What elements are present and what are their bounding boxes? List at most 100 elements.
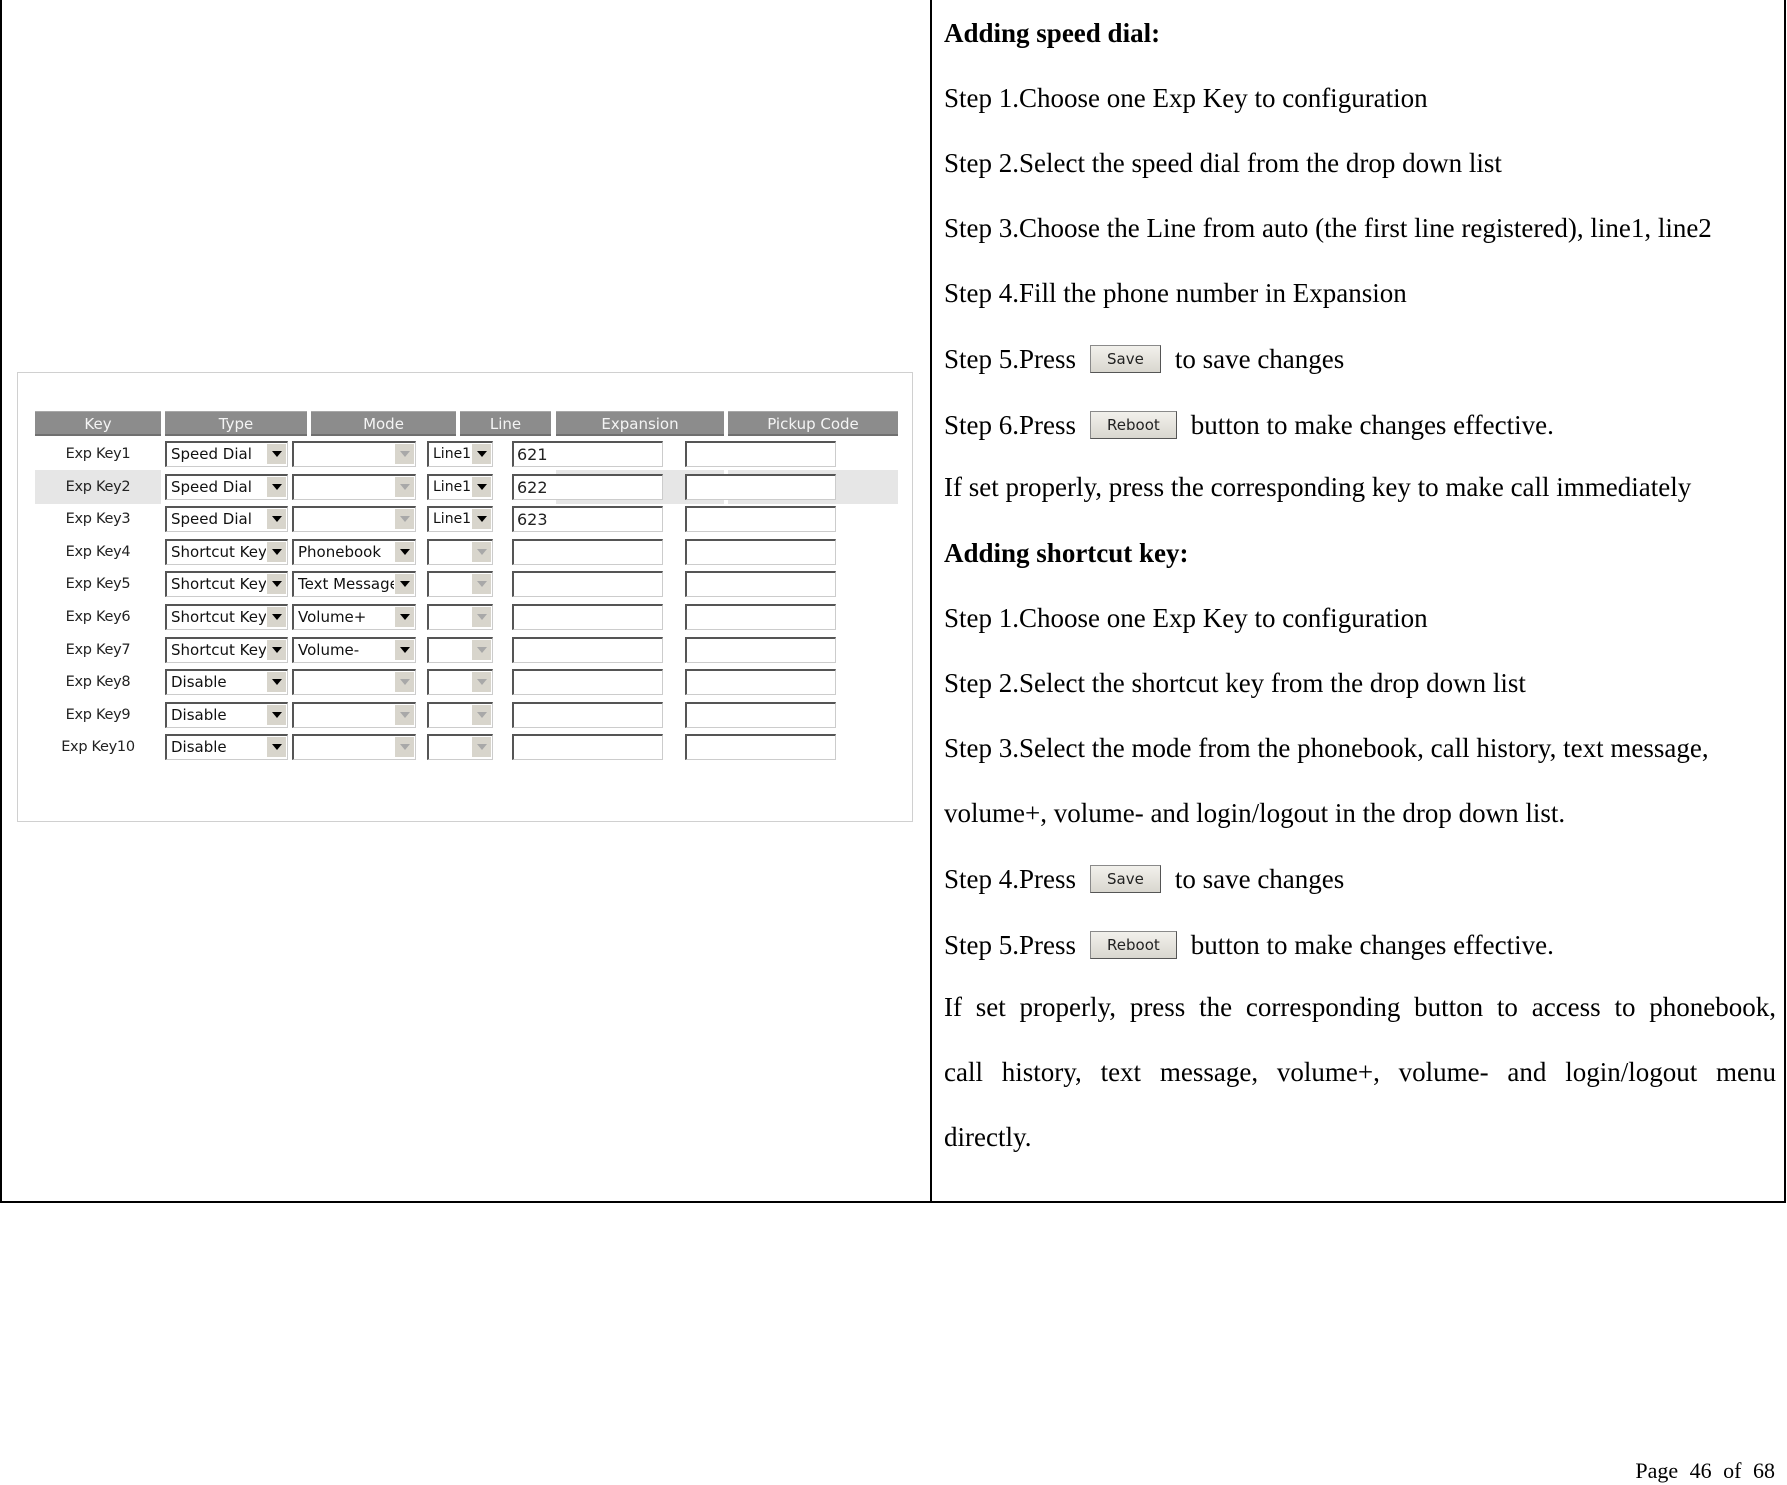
chevron-down-icon[interactable] — [471, 737, 491, 758]
line-select[interactable] — [427, 734, 493, 761]
line-select[interactable] — [427, 636, 493, 663]
pickup-code-input[interactable] — [685, 636, 836, 663]
type-select[interactable]: Speed Dial — [165, 473, 288, 500]
chevron-down-icon[interactable] — [266, 607, 286, 627]
chevron-down-icon[interactable] — [471, 672, 491, 693]
chevron-down-icon[interactable] — [266, 574, 286, 595]
chevron-down-icon[interactable] — [471, 574, 491, 595]
chevron-down-icon[interactable] — [471, 476, 491, 497]
type-select[interactable]: Shortcut Keys — [165, 604, 288, 630]
expansion-input[interactable] — [512, 538, 663, 565]
chevron-down-icon[interactable] — [266, 704, 286, 725]
expansion-input[interactable] — [512, 571, 663, 598]
line-value: Line1 — [433, 478, 472, 495]
chevron-down-icon[interactable] — [471, 444, 491, 464]
chevron-down-icon[interactable] — [394, 704, 414, 725]
mode-select[interactable] — [292, 506, 416, 533]
type-select[interactable]: Disable — [165, 669, 288, 696]
shortcut-note-line-3: directly. — [944, 1122, 1032, 1152]
type-select[interactable]: Shortcut Keys — [165, 538, 288, 565]
exp-key-row: Exp Key4 Shortcut Keys Phonebook — [35, 535, 897, 569]
mode-select[interactable]: Volume- — [292, 636, 416, 663]
expansion-input[interactable]: 623 — [512, 506, 663, 533]
chevron-down-icon[interactable] — [394, 509, 414, 530]
chevron-down-icon[interactable] — [394, 672, 414, 693]
mode-select[interactable] — [292, 441, 416, 467]
mode-select[interactable] — [292, 734, 416, 761]
chevron-down-icon[interactable] — [471, 541, 491, 562]
pickup-code-input[interactable] — [685, 538, 836, 565]
expansion-input[interactable] — [512, 734, 663, 761]
chevron-down-icon[interactable] — [394, 574, 414, 595]
step-6-suffix: button to make changes effective. — [1190, 410, 1554, 440]
key-label: Exp Key5 — [65, 576, 131, 593]
type-select[interactable]: Shortcut Keys — [165, 571, 288, 598]
header-expansion: Expansion — [556, 411, 724, 436]
expansion-input[interactable]: 621 — [512, 441, 663, 467]
chevron-down-icon[interactable] — [394, 737, 414, 758]
pickup-code-input[interactable] — [685, 734, 836, 761]
type-select[interactable]: Disable — [165, 734, 288, 761]
line-value: Line1 — [433, 446, 472, 462]
pickup-code-input[interactable] — [685, 604, 836, 630]
line-select[interactable]: Line1 — [427, 473, 493, 500]
pickup-code-input[interactable] — [685, 701, 836, 728]
chevron-down-icon[interactable] — [471, 639, 491, 660]
chevron-down-icon[interactable] — [471, 704, 491, 725]
chevron-down-icon[interactable] — [266, 672, 286, 693]
mode-select[interactable]: Text Message — [292, 571, 416, 598]
chevron-down-icon[interactable] — [266, 737, 286, 758]
exp-key-row: Exp Key7 Shortcut Keys Volume- — [35, 633, 897, 667]
exp-key-row: Exp Key10 Disable — [35, 730, 897, 764]
chevron-down-icon[interactable] — [471, 607, 491, 627]
chevron-down-icon[interactable] — [471, 509, 491, 530]
mode-select[interactable] — [292, 701, 416, 728]
exp-key-row: Exp Key2 Speed Dial Line1 622 — [35, 469, 898, 504]
chevron-down-icon[interactable] — [266, 444, 286, 464]
pickup-code-input[interactable] — [685, 473, 836, 500]
mode-select[interactable]: Phonebook — [292, 538, 416, 565]
expansion-input[interactable] — [512, 669, 663, 696]
mode-select[interactable]: Volume+ — [292, 604, 416, 630]
chevron-down-icon[interactable] — [394, 476, 414, 497]
chevron-down-icon[interactable] — [266, 509, 286, 530]
chevron-down-icon[interactable] — [266, 476, 286, 497]
reboot-button-illustration: Reboot — [1090, 930, 1177, 959]
mode-value: Volume+ — [298, 608, 367, 626]
chevron-down-icon[interactable] — [394, 639, 414, 660]
expansion-input[interactable] — [512, 701, 663, 728]
line-select[interactable]: Line1 — [427, 441, 493, 467]
pickup-code-input[interactable] — [685, 669, 836, 696]
speed-dial-step-6: Step 6.Press Reboot button to make changes… — [944, 410, 1554, 440]
type-select[interactable]: Speed Dial — [165, 506, 288, 533]
pickup-code-input[interactable] — [685, 571, 836, 598]
mode-select[interactable] — [292, 473, 416, 500]
pickup-code-input[interactable] — [685, 506, 836, 533]
mode-select[interactable] — [292, 669, 416, 696]
type-select[interactable]: Disable — [165, 701, 288, 728]
pickup-code-input[interactable] — [685, 441, 836, 467]
key-label: Exp Key1 — [65, 446, 131, 462]
line-select[interactable] — [427, 538, 493, 565]
type-value: Speed Dial — [171, 510, 252, 529]
chevron-down-icon[interactable] — [266, 639, 286, 660]
type-select[interactable]: Speed Dial — [165, 441, 288, 467]
expansion-input[interactable] — [512, 604, 663, 630]
chevron-down-icon[interactable] — [394, 541, 414, 562]
line-select[interactable]: Line1 — [427, 506, 493, 533]
type-select[interactable]: Shortcut Keys — [165, 636, 288, 663]
chevron-down-icon[interactable] — [394, 607, 414, 627]
line-select[interactable] — [427, 669, 493, 696]
chevron-down-icon[interactable] — [394, 444, 414, 464]
shortcut-step-3-cont: volume+, volume- and login/logout in the… — [944, 798, 1566, 828]
chevron-down-icon[interactable] — [266, 541, 286, 562]
line-select[interactable] — [427, 701, 493, 728]
line-select[interactable] — [427, 604, 493, 630]
expansion-input[interactable]: 622 — [512, 473, 663, 500]
expansion-input[interactable] — [512, 636, 663, 663]
line-select[interactable] — [427, 571, 493, 598]
step-4-prefix: Step 4.Press — [944, 864, 1077, 894]
step-5-suffix: button to make changes effective. — [1190, 930, 1554, 960]
step-5-prefix: Step 5.Press — [944, 344, 1077, 374]
step-4-suffix: to save changes — [1174, 864, 1345, 894]
